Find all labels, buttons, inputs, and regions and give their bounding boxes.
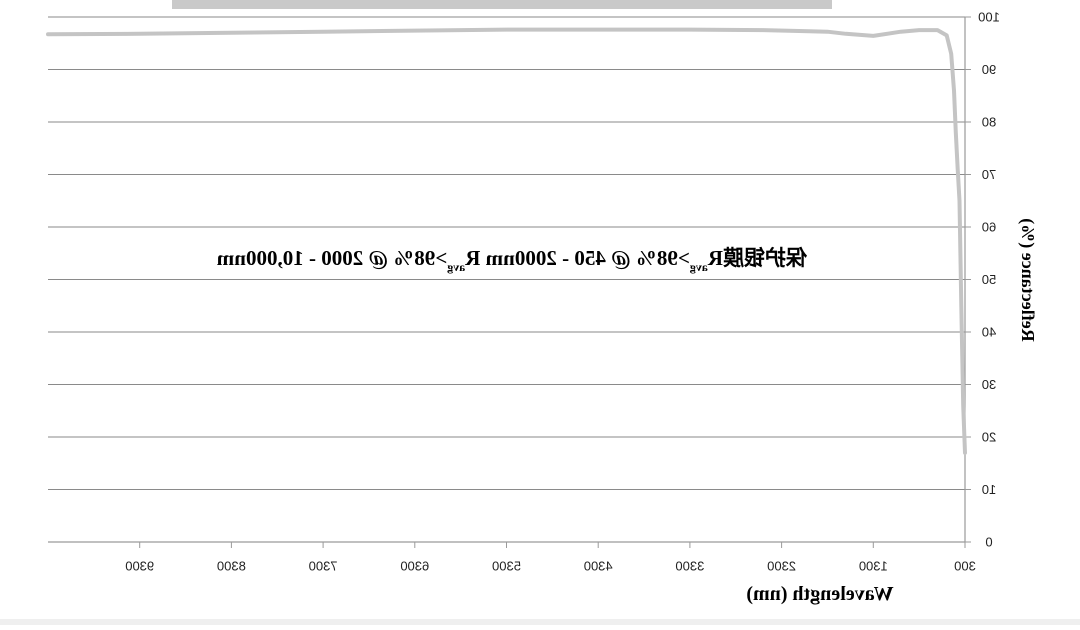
- y-tick-label: 10: [982, 482, 996, 497]
- x-tick-label: 6300: [400, 558, 429, 573]
- y-tick-label-group: 10: [982, 482, 996, 497]
- x-tick-label-group: 4300: [584, 558, 613, 573]
- x-tick-label-group: 5300: [492, 558, 521, 573]
- y-tick-label-group: 20: [982, 429, 996, 444]
- y-tick-label-group: 0: [985, 534, 992, 549]
- top-gray-bar: [172, 0, 832, 9]
- y-tick-label-group: 30: [982, 377, 996, 392]
- y-tick-label: 70: [982, 167, 996, 182]
- annotation-sub1: avg: [690, 260, 708, 274]
- tick-labels: 0 10 20 30 40 50 60 70 80 90 100 300 1300 2300 3300 430…: [125, 9, 1000, 573]
- y-tick-label: 60: [982, 219, 996, 234]
- x-tick-label-group: 1300: [859, 558, 888, 573]
- y-tick-label-group: 70: [982, 167, 996, 182]
- y-tick-label: 80: [982, 114, 996, 129]
- x-tick-label: 3300: [675, 558, 704, 573]
- x-tick-label-group: 3300: [675, 558, 704, 573]
- bottom-strip: [0, 619, 1080, 625]
- mirrored-text-group: Wavelength (nm) 保护银膜Ravg>98% @ 450 - 200…: [216, 246, 893, 605]
- y-label-group: Reflectance (%): [1017, 218, 1038, 341]
- annotation-main: 保护银膜R: [707, 246, 808, 270]
- y-tick-label: 50: [982, 272, 996, 287]
- y-tick-label-group: 80: [982, 114, 996, 129]
- x-tick-label-group: 9300: [125, 558, 154, 573]
- x-tick-label: 5300: [492, 558, 521, 573]
- y-tick-label-group: 100: [978, 9, 1000, 24]
- axes: [48, 16, 971, 548]
- series-layer: [46, 27, 967, 455]
- y-tick-label: 100: [978, 9, 1000, 24]
- y-tick-label: 40: [982, 324, 996, 339]
- chart-svg: 0 10 20 30 40 50 60 70 80 90 100 300 1300 2300 3300 430…: [46, 9, 1038, 605]
- y-tick-label: 0: [985, 534, 992, 549]
- y-tick-label: 30: [982, 377, 996, 392]
- y-tick-label-group: 50: [982, 272, 996, 287]
- annotation-sub2: avg: [447, 260, 465, 274]
- x-tick-label: 9300: [125, 558, 154, 573]
- annotation-part3: >98% @ 2000 - 10,000nm: [216, 246, 447, 270]
- series-line-0: [46, 27, 967, 455]
- annotation-part2: >98% @ 450 - 2000nm R: [464, 246, 689, 270]
- chart-annotation: 保护银膜Ravg>98% @ 450 - 2000nm Ravg>98% @ 2…: [216, 246, 808, 274]
- y-tick-label-group: 60: [982, 219, 996, 234]
- x-tick-label-group: 6300: [400, 558, 429, 573]
- chart: 0 10 20 30 40 50 60 70 80 90 100 300 1300 2300 3300 430…: [0, 0, 1080, 625]
- y-axis-label: Reflectance (%): [1017, 218, 1038, 341]
- y-tick-label-group: 40: [982, 324, 996, 339]
- x-tick-label: 7300: [309, 558, 338, 573]
- x-axis-label: Wavelength (nm): [746, 583, 893, 605]
- x-tick-label: 1300: [859, 558, 888, 573]
- x-tick-label: 300: [954, 558, 976, 573]
- x-tick-label: 2300: [767, 558, 796, 573]
- x-tick-label-group: 2300: [767, 558, 796, 573]
- y-tick-label: 20: [982, 429, 996, 444]
- x-tick-label-group: 8300: [217, 558, 246, 573]
- x-tick-label-group: 7300: [309, 558, 338, 573]
- y-tick-label: 90: [982, 62, 996, 77]
- x-tick-label: 8300: [217, 558, 246, 573]
- x-tick-label-group: 300: [954, 558, 976, 573]
- y-tick-label-group: 90: [982, 62, 996, 77]
- x-tick-label: 4300: [584, 558, 613, 573]
